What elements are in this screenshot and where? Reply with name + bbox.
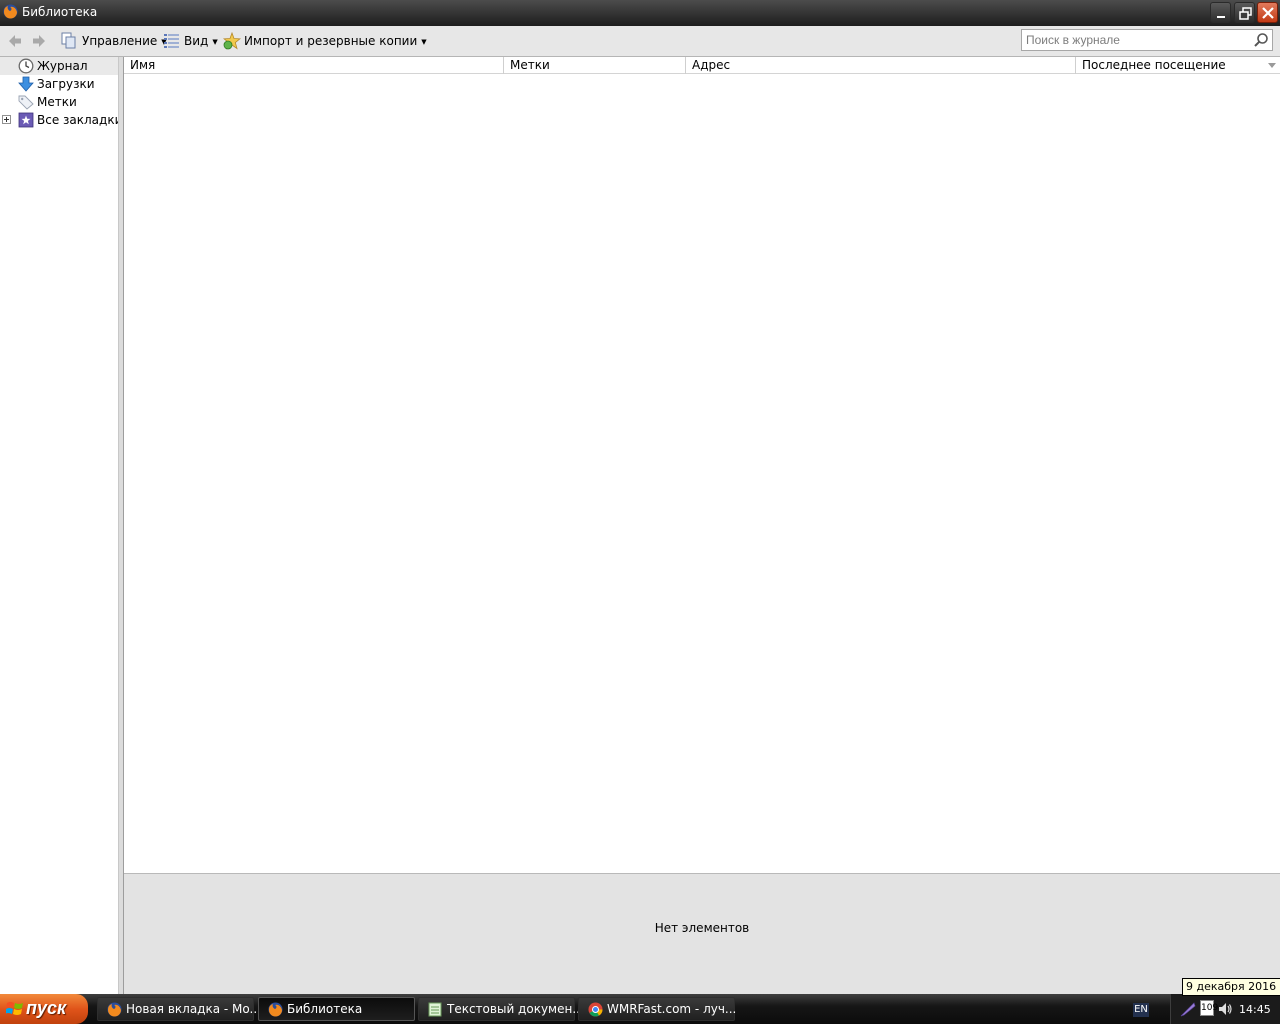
taskbar-button-library[interactable]: Библиотека bbox=[258, 997, 415, 1021]
restore-icon bbox=[1239, 7, 1252, 20]
speaker-volume-icon[interactable] bbox=[1217, 1001, 1233, 1017]
firefox-icon bbox=[268, 1002, 283, 1017]
no-items-message: Нет элементов bbox=[654, 921, 750, 935]
windows-flag-icon bbox=[6, 1002, 23, 1015]
notepad-icon bbox=[428, 1002, 442, 1017]
forward-arrow-icon[interactable] bbox=[31, 33, 47, 49]
sidebar-item-all-bookmarks[interactable]: Все закладки bbox=[0, 111, 122, 129]
sidebar-item-label: Метки bbox=[37, 95, 77, 109]
history-list[interactable]: Имя Метки Адрес Последнее посещение bbox=[124, 57, 1280, 873]
firefox-icon bbox=[107, 1002, 122, 1017]
back-arrow-icon[interactable] bbox=[7, 33, 23, 49]
taskbar: пуск Новая вкладка - Mo... Библиотека Те… bbox=[0, 994, 1280, 1024]
organize-icon bbox=[61, 32, 76, 49]
views-icon bbox=[164, 34, 179, 48]
download-arrow-icon bbox=[18, 76, 34, 92]
search-icon[interactable] bbox=[1253, 32, 1269, 48]
search-input[interactable] bbox=[1026, 32, 1246, 48]
feather-pen-icon[interactable] bbox=[1180, 1001, 1196, 1017]
taskbar-button-label: Текстовый докумен... bbox=[447, 1002, 584, 1016]
clock-icon bbox=[18, 58, 34, 74]
toolbar: Управление ▼ Вид ▼ Импорт и резервные копи… bbox=[0, 26, 1280, 57]
import-backup-menu-button[interactable]: Импорт и резервные копии ▼ bbox=[244, 33, 427, 49]
chrome-icon bbox=[588, 1002, 603, 1017]
title-bar: Библиотека bbox=[0, 0, 1280, 26]
taskbar-button-label: Библиотека bbox=[287, 1002, 363, 1016]
details-pane: Нет элементов bbox=[124, 873, 1280, 994]
sidebar-item-history[interactable]: Журнал bbox=[0, 57, 118, 75]
column-header-row: Имя Метки Адрес Последнее посещение bbox=[124, 57, 1280, 74]
close-icon bbox=[1262, 7, 1274, 19]
tag-icon bbox=[18, 95, 34, 110]
date-tooltip: 9 декабря 2016 г. bbox=[1182, 978, 1280, 996]
taskbar-button-text-document[interactable]: Текстовый докумен... bbox=[418, 997, 584, 1021]
views-label: Вид bbox=[184, 34, 209, 48]
taskbar-button-wmrfast[interactable]: WMRFast.com - луч... bbox=[578, 997, 737, 1021]
plus-icon bbox=[4, 117, 9, 122]
views-menu-button[interactable]: Вид ▼ bbox=[184, 33, 218, 49]
sidebar-tree: Журнал Загрузки Метки Все закладки bbox=[0, 57, 122, 994]
search-history-field[interactable] bbox=[1021, 29, 1273, 51]
clock[interactable]: 14:45 bbox=[1239, 1003, 1271, 1016]
taskbar-button-label: WMRFast.com - луч... bbox=[607, 1002, 737, 1016]
start-label: пуск bbox=[26, 998, 67, 1018]
sidebar-item-tags[interactable]: Метки bbox=[0, 93, 118, 111]
import-backup-label: Импорт и резервные копии bbox=[244, 34, 418, 48]
column-header-tags[interactable]: Метки bbox=[503, 57, 685, 74]
column-picker-icon[interactable] bbox=[1268, 63, 1276, 68]
start-button[interactable]: пуск bbox=[0, 994, 88, 1024]
language-indicator[interactable]: EN bbox=[1133, 1003, 1149, 1017]
minimize-icon bbox=[1217, 16, 1225, 18]
sidebar-item-downloads[interactable]: Загрузки bbox=[0, 75, 118, 93]
minimize-button[interactable] bbox=[1210, 2, 1231, 23]
organize-label: Управление bbox=[82, 34, 158, 48]
close-button[interactable] bbox=[1257, 2, 1278, 23]
restore-button[interactable] bbox=[1234, 2, 1255, 23]
star-folder-icon bbox=[18, 112, 34, 128]
column-header-address[interactable]: Адрес bbox=[685, 57, 1075, 74]
tray-counter-badge[interactable]: 109 bbox=[1200, 1000, 1218, 1016]
import-backup-icon bbox=[223, 32, 241, 50]
sidebar-item-label: Загрузки bbox=[37, 77, 95, 91]
column-header-name[interactable]: Имя bbox=[124, 57, 503, 74]
window-title: Библиотека bbox=[22, 5, 98, 19]
sidebar-item-label: Все закладки bbox=[37, 113, 123, 127]
organize-menu-button[interactable]: Управление ▼ bbox=[82, 33, 167, 49]
sidebar-item-label: Журнал bbox=[37, 59, 88, 73]
firefox-icon bbox=[3, 4, 18, 19]
dropdown-arrow-icon: ▼ bbox=[212, 37, 218, 46]
expand-twisty[interactable] bbox=[2, 115, 11, 124]
dropdown-arrow-icon: ▼ bbox=[421, 37, 427, 46]
taskbar-button-new-tab[interactable]: Новая вкладка - Mo... bbox=[97, 997, 261, 1021]
taskbar-button-label: Новая вкладка - Mo... bbox=[126, 1002, 261, 1016]
column-header-last-visit[interactable]: Последнее посещение bbox=[1075, 57, 1265, 74]
